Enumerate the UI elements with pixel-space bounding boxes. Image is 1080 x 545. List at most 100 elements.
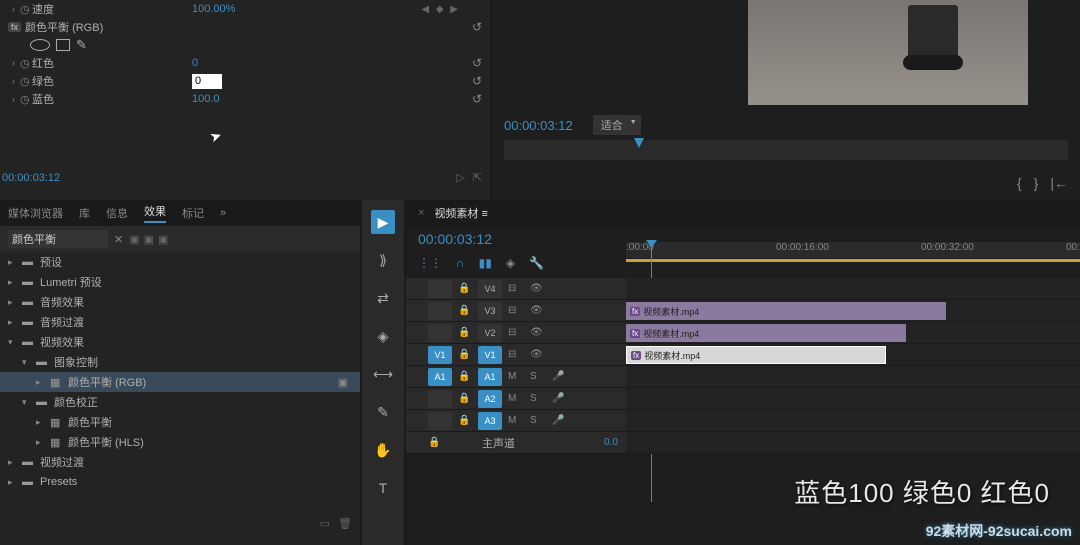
master-value[interactable]: 0.0 bbox=[604, 437, 618, 448]
lock-icon[interactable]: 🔒 bbox=[458, 283, 472, 294]
folder-item[interactable]: ▾▬图象控制 bbox=[0, 352, 360, 372]
sync-lock-icon[interactable]: ⊟ bbox=[508, 283, 524, 294]
track-content[interactable]: fx视频素材.mp4 bbox=[626, 300, 1080, 322]
rect-mask-icon[interactable] bbox=[56, 39, 70, 51]
panel-timecode[interactable]: 00:00:03:12 bbox=[2, 172, 60, 184]
fx-badge[interactable]: fx bbox=[8, 22, 21, 32]
reset-icon[interactable]: ↺ bbox=[472, 56, 482, 70]
track-target[interactable]: V2 bbox=[478, 324, 502, 342]
track-content[interactable] bbox=[626, 366, 1080, 388]
folder-item[interactable]: ▸▬Presets bbox=[0, 472, 360, 492]
video-preview[interactable] bbox=[748, 0, 1028, 105]
folder-item[interactable]: ▸▦颜色平衡 bbox=[0, 412, 360, 432]
ripple-tool-icon[interactable]: ⇄ bbox=[371, 286, 395, 310]
zoom-dropdown[interactable]: 适合 bbox=[593, 115, 641, 135]
source-patch[interactable] bbox=[428, 324, 452, 342]
track-content[interactable] bbox=[626, 278, 1080, 300]
track-content[interactable] bbox=[626, 432, 1080, 454]
voice-icon[interactable]: 🎤 bbox=[552, 371, 568, 382]
folder-arrow-icon[interactable]: ▸ bbox=[8, 277, 16, 288]
delete-icon[interactable]: 🗑 bbox=[338, 517, 352, 537]
chevron-right-icon[interactable]: › bbox=[12, 58, 20, 68]
settings-icon[interactable]: 🔧 bbox=[529, 256, 544, 270]
lock-icon[interactable]: 🔒 bbox=[458, 327, 472, 338]
monitor-timecode[interactable]: 00:00:03:12 bbox=[504, 118, 573, 133]
voice-icon[interactable]: 🎤 bbox=[552, 415, 568, 426]
eye-icon[interactable]: 👁 bbox=[530, 349, 546, 360]
folder-arrow-icon[interactable]: ▾ bbox=[22, 397, 30, 408]
folder-arrow-icon[interactable]: ▸ bbox=[8, 297, 16, 308]
track-target[interactable]: V3 bbox=[478, 302, 502, 320]
mark-in-icon[interactable]: { bbox=[1017, 175, 1022, 191]
clip[interactable]: fx视频素材.mp4 bbox=[626, 302, 946, 320]
mute-icon[interactable]: M bbox=[508, 371, 524, 382]
stopwatch-icon[interactable]: ◷ bbox=[20, 75, 32, 88]
sync-lock-icon[interactable]: ⊟ bbox=[508, 349, 524, 360]
mark-out-icon[interactable]: } bbox=[1034, 175, 1039, 191]
source-patch[interactable] bbox=[428, 302, 452, 320]
type-tool-icon[interactable]: T bbox=[371, 476, 395, 500]
clip[interactable]: fx视频素材.mp4 bbox=[626, 346, 886, 364]
track-target[interactable]: V1 bbox=[478, 346, 502, 364]
tab-effects[interactable]: 效果 bbox=[144, 203, 166, 223]
timeline-timecode[interactable]: 00:00:03:12 bbox=[418, 231, 492, 247]
timeline-ruler[interactable]: :00:0000:00:16:0000:00:32:0000:00:48:00 bbox=[626, 242, 1080, 272]
pen-tool-icon[interactable]: ✎ bbox=[371, 400, 395, 424]
solo-icon[interactable]: S bbox=[530, 393, 546, 404]
track-target[interactable]: A1 bbox=[478, 368, 502, 386]
voice-icon[interactable]: 🎤 bbox=[552, 393, 568, 404]
folder-item[interactable]: ▸▦颜色平衡 (HLS) bbox=[0, 432, 360, 452]
clip[interactable]: fx视频素材.mp4 bbox=[626, 324, 906, 342]
stopwatch-icon[interactable]: ◷ bbox=[20, 3, 32, 16]
slip-tool-icon[interactable]: ⟷ bbox=[371, 362, 395, 386]
folder-item[interactable]: ▸▬视频过渡 bbox=[0, 452, 360, 472]
sync-lock-icon[interactable]: ⊟ bbox=[508, 305, 524, 316]
blue-value[interactable]: 100.0 bbox=[192, 93, 220, 105]
pen-mask-icon[interactable]: ✎ bbox=[76, 37, 87, 53]
stopwatch-icon[interactable]: ◷ bbox=[20, 93, 32, 106]
source-patch[interactable] bbox=[428, 280, 452, 298]
folder-item[interactable]: ▾▬视频效果 bbox=[0, 332, 360, 352]
stopwatch-icon[interactable]: ◷ bbox=[20, 57, 32, 70]
track-target[interactable]: A2 bbox=[478, 390, 502, 408]
solo-icon[interactable]: S bbox=[530, 415, 546, 426]
lock-icon[interactable]: 🔒 bbox=[428, 437, 442, 448]
hand-tool-icon[interactable]: ✋ bbox=[371, 438, 395, 462]
reset-icon[interactable]: ↺ bbox=[472, 92, 482, 106]
play-icon[interactable]: ▷ bbox=[456, 171, 464, 184]
green-input[interactable] bbox=[192, 74, 222, 89]
source-patch[interactable] bbox=[428, 412, 452, 430]
go-to-in-icon[interactable]: |← bbox=[1050, 175, 1068, 191]
chevron-right-icon[interactable]: › bbox=[12, 94, 20, 104]
tab-markers[interactable]: 标记 bbox=[182, 205, 204, 221]
selection-tool-icon[interactable]: ▶ bbox=[371, 210, 395, 234]
marker-icon[interactable]: ▮▮ bbox=[479, 256, 492, 270]
effects-search-input[interactable] bbox=[8, 230, 108, 248]
track-target[interactable]: V4 bbox=[478, 280, 502, 298]
folder-arrow-icon[interactable]: ▸ bbox=[8, 317, 16, 328]
snap-icon[interactable]: ⋮⋮ bbox=[418, 256, 442, 270]
lock-icon[interactable]: 🔒 bbox=[458, 349, 472, 360]
tab-info[interactable]: 信息 bbox=[106, 205, 128, 221]
clear-search-icon[interactable]: ✕ bbox=[114, 233, 123, 246]
linked-selection-icon[interactable]: ∩ bbox=[456, 256, 465, 270]
chevron-right-icon[interactable]: › bbox=[12, 4, 20, 14]
mute-icon[interactable]: M bbox=[508, 393, 524, 404]
folder-item[interactable]: ▸▬音频过渡 bbox=[0, 312, 360, 332]
track-content[interactable]: fx视频素材.mp4 bbox=[626, 322, 1080, 344]
32bit-badge-icon[interactable]: ▣ bbox=[144, 233, 154, 246]
eye-icon[interactable]: 👁 bbox=[530, 327, 546, 338]
folder-arrow-icon[interactable]: ▾ bbox=[22, 357, 30, 368]
folder-item[interactable]: ▾▬颜色校正 bbox=[0, 392, 360, 412]
lock-icon[interactable]: 🔒 bbox=[458, 415, 472, 426]
folder-arrow-icon[interactable]: ▸ bbox=[8, 257, 16, 268]
tab-media-browser[interactable]: 媒体浏览器 bbox=[8, 205, 63, 221]
yuv-badge-icon[interactable]: ▣ bbox=[158, 233, 168, 246]
speed-value[interactable]: 100.00% bbox=[192, 3, 235, 15]
ellipse-mask-icon[interactable] bbox=[30, 39, 50, 51]
marker-add-icon[interactable]: ◈ bbox=[506, 256, 515, 270]
lock-icon[interactable]: 🔒 bbox=[458, 305, 472, 316]
chevron-right-icon[interactable]: › bbox=[12, 76, 20, 86]
folder-item[interactable]: ▸▦颜色平衡 (RGB)▣ bbox=[0, 372, 360, 392]
sync-lock-icon[interactable]: ⊟ bbox=[508, 327, 524, 338]
